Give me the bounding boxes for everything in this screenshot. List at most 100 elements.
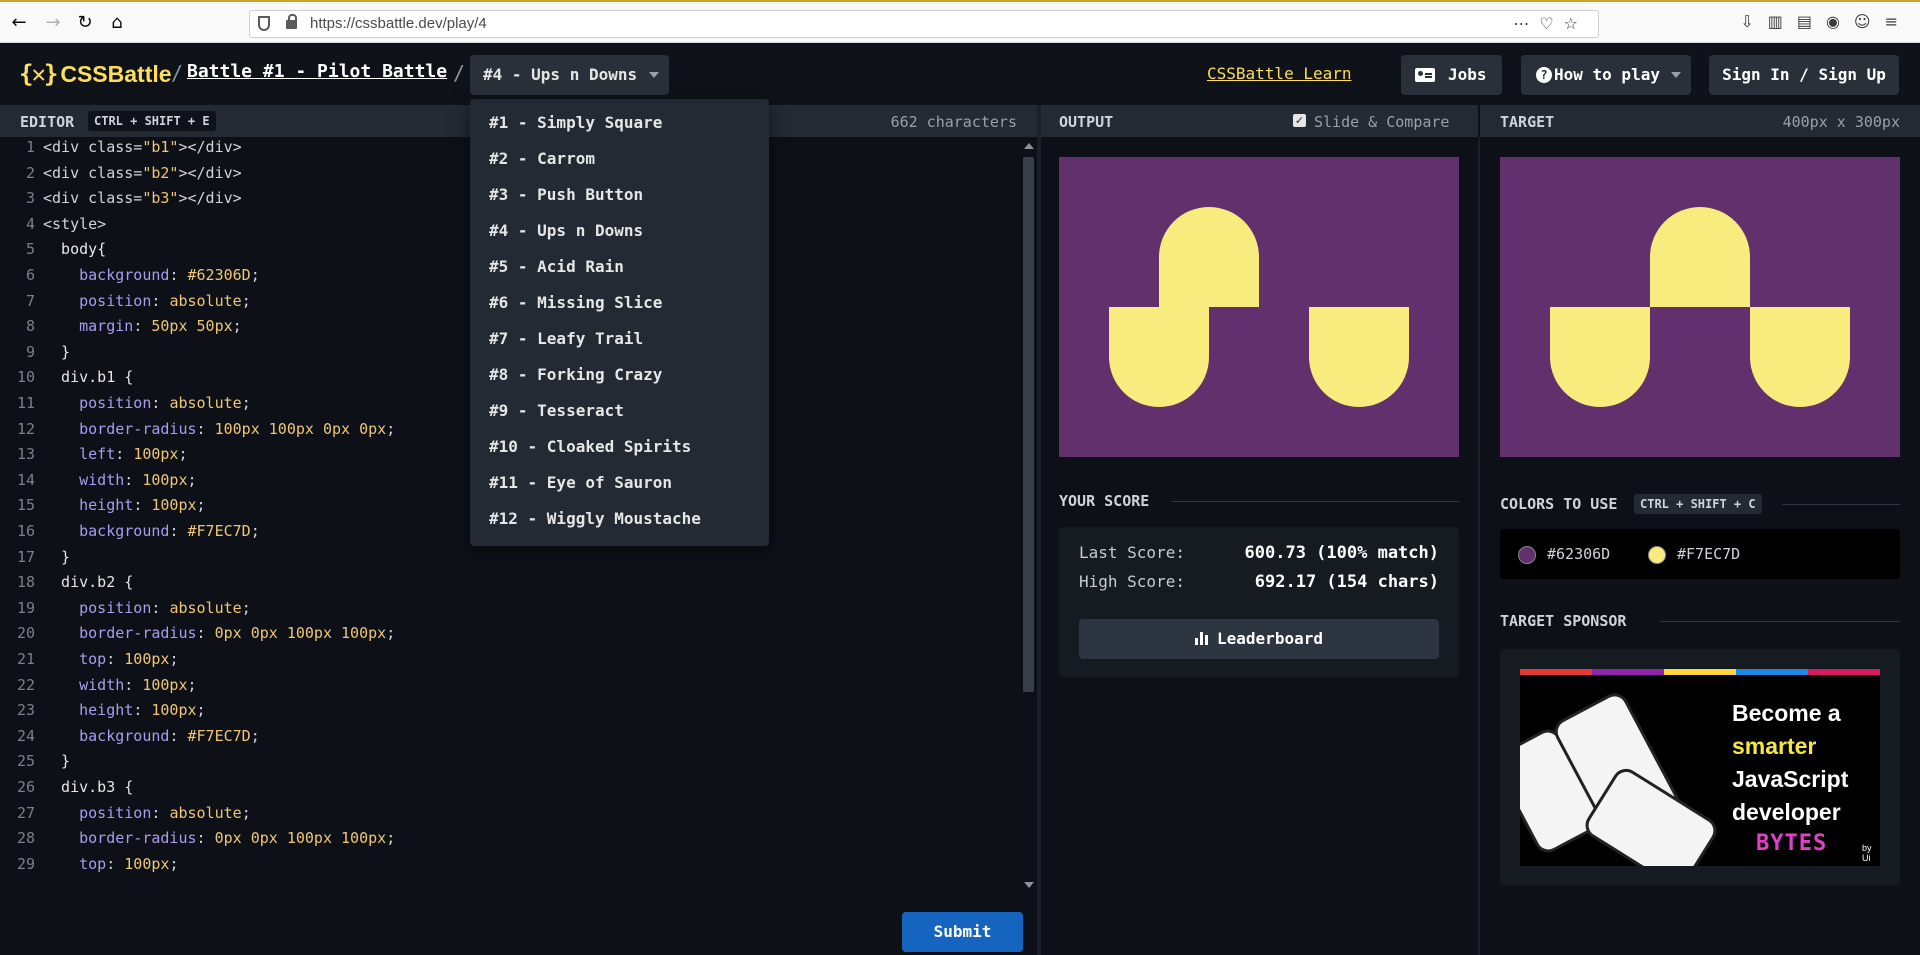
url-text[interactable]: https://cssbattle.dev/play/4	[310, 15, 487, 32]
line-number: 27	[16, 803, 35, 822]
code-text[interactable]: background: #F7EC7D;	[43, 727, 260, 745]
level-option[interactable]: #7 - Leafy Trail	[489, 329, 643, 348]
code-text[interactable]: div.b2 {	[43, 573, 133, 591]
code-text[interactable]: width: 100px;	[43, 676, 196, 694]
level-option[interactable]: #1 - Simply Square	[489, 113, 662, 132]
output-canvas[interactable]	[1059, 157, 1459, 457]
code-text[interactable]: }	[43, 343, 70, 361]
level-option[interactable]: #3 - Push Button	[489, 185, 643, 204]
code-text[interactable]: body{	[43, 240, 106, 258]
code-text[interactable]: div.b3 {	[43, 778, 133, 796]
level-option[interactable]: #10 - Cloaked Spirits	[489, 437, 691, 456]
code-line[interactable]: 29 top: 100px;	[0, 855, 1000, 881]
code-text[interactable]: height: 100px;	[43, 701, 205, 719]
code-text[interactable]: <div class="b1"></div>	[43, 138, 242, 156]
code-text[interactable]: position: absolute;	[43, 292, 251, 310]
line-number: 26	[16, 778, 35, 796]
sponsor-ad-banner[interactable]: Become a smarter JavaScript developer BY…	[1520, 669, 1880, 866]
panel-divider[interactable]	[1037, 105, 1041, 955]
code-line[interactable]: 21 top: 100px;	[0, 650, 1000, 676]
color-swatch-yellow[interactable]	[1648, 546, 1666, 564]
color-code-2[interactable]: #F7EC7D	[1677, 545, 1740, 563]
line-number: 1	[25, 138, 35, 156]
scroll-down-icon[interactable]	[1024, 882, 1034, 888]
code-line[interactable]: 22 width: 100px;	[0, 676, 1000, 702]
section-divider	[1660, 621, 1900, 622]
code-text[interactable]: left: 100px;	[43, 445, 187, 463]
colors-title: COLORS TO USE	[1500, 495, 1618, 513]
code-line[interactable]: 27 position: absolute;	[0, 804, 1000, 830]
breadcrumb-separator: /	[171, 61, 184, 85]
code-text[interactable]: top: 100px;	[43, 855, 178, 873]
id-card-icon	[1415, 68, 1435, 82]
code-text[interactable]: position: absolute;	[43, 804, 251, 822]
leaderboard-button[interactable]: Leaderboard	[1079, 619, 1439, 659]
tracking-shield-icon[interactable]	[258, 16, 270, 31]
scroll-up-icon[interactable]	[1024, 143, 1034, 149]
level-option[interactable]: #8 - Forking Crazy	[489, 365, 662, 384]
submit-button[interactable]: Submit	[902, 912, 1023, 952]
cssbattle-learn-link[interactable]: CSSBattle Learn	[1207, 64, 1352, 83]
level-option[interactable]: #9 - Tesseract	[489, 401, 624, 420]
code-text[interactable]: <div class="b2"></div>	[43, 164, 242, 182]
code-text[interactable]: <style>	[43, 215, 106, 233]
code-line[interactable]: 24 background: #F7EC7D;	[0, 727, 1000, 753]
scroll-thumb[interactable]	[1023, 157, 1034, 692]
code-text[interactable]: height: 100px;	[43, 496, 205, 514]
url-bar[interactable]: https://cssbattle.dev/play/4 ⋯♡☆	[249, 10, 1599, 38]
code-text[interactable]: }	[43, 752, 70, 770]
breadcrumb-battle-link[interactable]: Battle #1 - Pilot Battle	[187, 61, 447, 82]
browser-toolbar-icons[interactable]: ⇩▥▤◉☺≡	[1740, 12, 1912, 31]
level-option[interactable]: #11 - Eye of Sauron	[489, 473, 672, 492]
cssbattle-logo[interactable]: {✕} CSSBattle	[19, 57, 172, 91]
sign-in-button[interactable]: Sign In / Sign Up	[1709, 55, 1899, 95]
code-line[interactable]: 28 border-radius: 0px 0px 100px 100px;	[0, 829, 1000, 855]
code-line[interactable]: 19 position: absolute;	[0, 599, 1000, 625]
level-select-dropdown[interactable]: #4 - Ups n Downs	[470, 55, 669, 95]
code-text[interactable]: position: absolute;	[43, 394, 251, 412]
slide-compare-label[interactable]: Slide & Compare	[1314, 113, 1449, 131]
code-text[interactable]: <div class="b3"></div>	[43, 189, 242, 207]
level-option[interactable]: #2 - Carrom	[489, 149, 595, 168]
how-to-play-button[interactable]: ? How to play	[1521, 55, 1691, 95]
code-text[interactable]: background: #F7EC7D;	[43, 522, 260, 540]
code-text[interactable]: border-radius: 0px 0px 100px 100px;	[43, 829, 395, 847]
lock-icon[interactable]	[286, 14, 297, 29]
home-icon[interactable]: ⌂	[104, 10, 130, 36]
code-text[interactable]: top: 100px;	[43, 650, 178, 668]
forward-icon[interactable]: →	[40, 10, 66, 36]
slide-compare-checkbox[interactable]: ✓	[1293, 114, 1306, 127]
target-dimensions: 400px x 300px	[1782, 113, 1900, 131]
levels-dropdown-menu: #1 - Simply Square #2 - Carrom #3 - Push B…	[470, 99, 769, 546]
code-line[interactable]: 20 border-radius: 0px 0px 100px 100px;	[0, 624, 1000, 650]
code-line[interactable]: 17 }	[0, 548, 1000, 574]
code-text[interactable]: background: #62306D;	[43, 266, 260, 284]
color-swatch-purple[interactable]	[1518, 546, 1536, 564]
code-text[interactable]: width: 100px;	[43, 471, 196, 489]
level-option[interactable]: #5 - Acid Rain	[489, 257, 624, 276]
code-text[interactable]: border-radius: 0px 0px 100px 100px;	[43, 624, 395, 642]
color-code-1[interactable]: #62306D	[1547, 545, 1610, 563]
editor-scrollbar[interactable]	[1020, 137, 1037, 895]
jobs-button[interactable]: Jobs	[1401, 55, 1502, 95]
level-option[interactable]: #6 - Missing Slice	[489, 293, 662, 312]
code-line[interactable]: 25 }	[0, 752, 1000, 778]
code-text[interactable]: }	[43, 548, 70, 566]
shape-b1	[1159, 207, 1259, 307]
back-icon[interactable]: ←	[6, 10, 32, 36]
line-number: 13	[16, 445, 35, 464]
leaderboard-label: Leaderboard	[1217, 629, 1323, 648]
code-line[interactable]: 23 height: 100px;	[0, 701, 1000, 727]
level-option[interactable]: #4 - Ups n Downs	[489, 221, 643, 240]
code-text[interactable]: border-radius: 100px 100px 0px 0px;	[43, 420, 395, 438]
ad-stripe	[1592, 669, 1664, 675]
level-option[interactable]: #12 - Wiggly Moustache	[489, 509, 701, 528]
code-line[interactable]: 26 div.b3 {	[0, 778, 1000, 804]
code-text[interactable]: div.b1 {	[43, 368, 133, 386]
code-line[interactable]: 18 div.b2 {	[0, 573, 1000, 599]
code-text[interactable]: margin: 50px 50px;	[43, 317, 242, 335]
reload-icon[interactable]: ↻	[72, 10, 98, 36]
code-text[interactable]: position: absolute;	[43, 599, 251, 617]
output-title: OUTPUT	[1059, 113, 1114, 131]
page-actions-icons[interactable]: ⋯♡☆	[1513, 14, 1588, 33]
